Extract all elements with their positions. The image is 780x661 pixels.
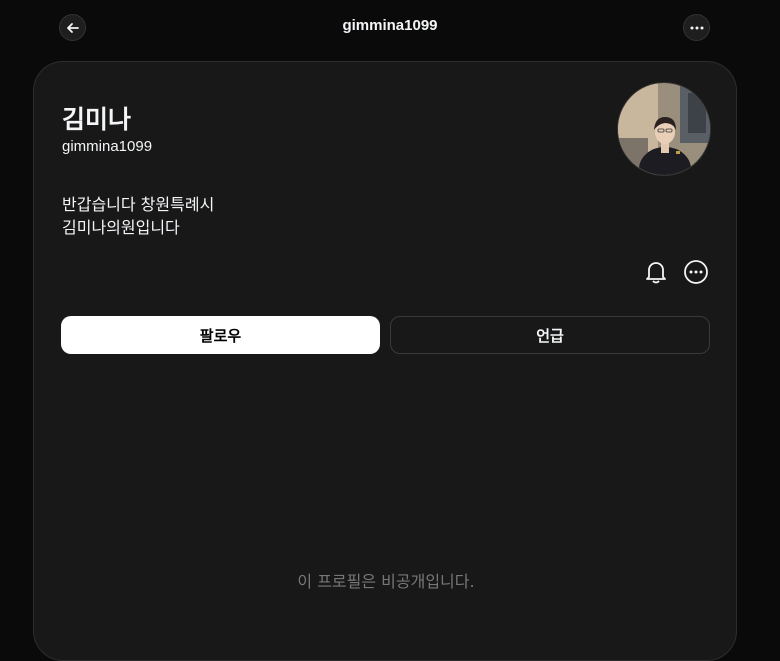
private-profile-notice: 이 프로필은 비공개입니다. [297, 572, 475, 591]
profile-name: 김미나 [62, 105, 132, 134]
avatar[interactable] [617, 82, 711, 176]
bio-line-1: 반갑습니다 창원특례시 [62, 195, 215, 214]
bell-icon [646, 262, 666, 284]
notify-button[interactable] [643, 259, 669, 285]
more-horizontal-icon [690, 26, 703, 29]
bio-line-2: 김미나의원입니다 [62, 218, 180, 237]
profile-card: 김미나 gimmina1099 반갑습니다 창원특례시 김미나의원입니다 팔로우… [33, 61, 737, 661]
profile-bio: 반갑습니다 창원특례시 김미나의원입니다 [62, 193, 214, 239]
menu-button[interactable] [683, 14, 710, 41]
profile-photo [618, 83, 710, 175]
more-circle-icon [684, 260, 708, 284]
top-bar: gimmina1099 [0, 0, 780, 56]
more-options-button[interactable] [683, 259, 709, 285]
page-title: gimmina1099 [342, 17, 438, 34]
profile-handle: gimmina1099 [62, 138, 153, 155]
mention-button[interactable]: 언급 [390, 316, 710, 354]
follow-button[interactable]: 팔로우 [61, 316, 380, 354]
